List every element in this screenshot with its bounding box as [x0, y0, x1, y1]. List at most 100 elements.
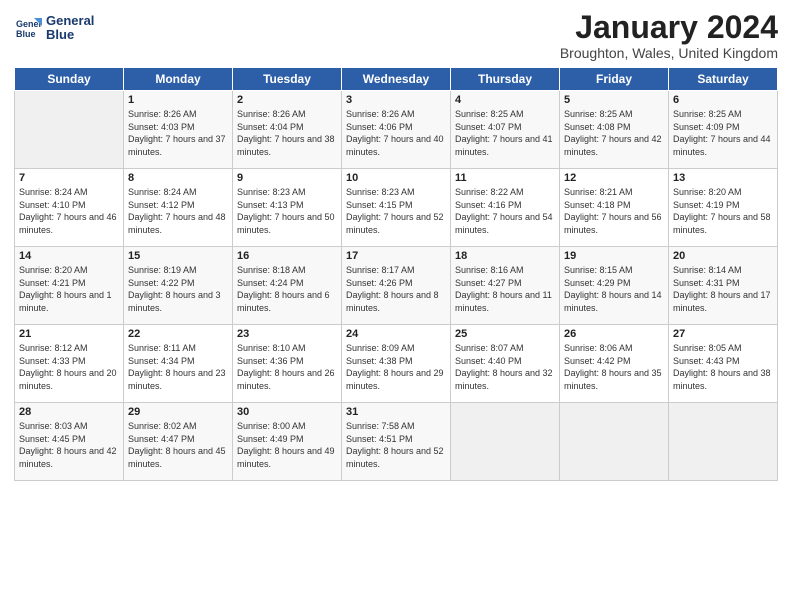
day-info: Sunrise: 8:07 AMSunset: 4:40 PMDaylight:…	[455, 342, 555, 392]
header-cell-saturday: Saturday	[669, 68, 778, 91]
day-cell: 1 Sunrise: 8:26 AMSunset: 4:03 PMDaylight…	[124, 91, 233, 169]
day-number: 10	[346, 172, 446, 184]
day-cell: 26 Sunrise: 8:06 AMSunset: 4:42 PMDayligh…	[560, 325, 669, 403]
day-cell: 17 Sunrise: 8:17 AMSunset: 4:26 PMDayligh…	[342, 247, 451, 325]
header-row: SundayMondayTuesdayWednesdayThursdayFrid…	[15, 68, 778, 91]
day-info: Sunrise: 8:05 AMSunset: 4:43 PMDaylight:…	[673, 342, 773, 392]
day-cell: 11 Sunrise: 8:22 AMSunset: 4:16 PMDayligh…	[451, 169, 560, 247]
day-cell: 16Sunrise: 8:18 AMSunset: 4:24 PMDayligh…	[233, 247, 342, 325]
day-cell: 25 Sunrise: 8:07 AMSunset: 4:40 PMDayligh…	[451, 325, 560, 403]
day-number: 11	[455, 172, 555, 184]
day-number: 6	[673, 94, 773, 106]
day-number: 1	[128, 94, 228, 106]
day-info: Sunrise: 8:06 AMSunset: 4:42 PMDaylight:…	[564, 342, 664, 392]
logo-icon: General Blue	[14, 14, 42, 42]
week-row-5: 28Sunrise: 8:03 AMSunset: 4:45 PMDayligh…	[15, 403, 778, 481]
day-cell: 13Sunrise: 8:20 AMSunset: 4:19 PMDayligh…	[669, 169, 778, 247]
day-info: Sunrise: 8:25 AMSunset: 4:07 PMDaylight:…	[455, 108, 555, 158]
day-cell: 5 Sunrise: 8:25 AMSunset: 4:08 PMDaylight…	[560, 91, 669, 169]
logo: General Blue General Blue	[14, 14, 94, 43]
day-cell: 30 Sunrise: 8:00 AMSunset: 4:49 PMDayligh…	[233, 403, 342, 481]
day-info: Sunrise: 8:24 AMSunset: 4:10 PMDaylight:…	[19, 186, 119, 236]
title-block: January 2024 Broughton, Wales, United Ki…	[560, 10, 778, 61]
day-cell: 8Sunrise: 8:24 AMSunset: 4:12 PMDaylight…	[124, 169, 233, 247]
day-number: 22	[128, 328, 228, 340]
day-info: Sunrise: 8:20 AMSunset: 4:19 PMDaylight:…	[673, 186, 773, 236]
day-cell: 20Sunrise: 8:14 AMSunset: 4:31 PMDayligh…	[669, 247, 778, 325]
day-cell	[451, 403, 560, 481]
day-number: 29	[128, 406, 228, 418]
day-cell: 3 Sunrise: 8:26 AMSunset: 4:06 PMDaylight…	[342, 91, 451, 169]
day-number: 24	[346, 328, 446, 340]
day-number: 9	[237, 172, 337, 184]
day-info: Sunrise: 8:17 AMSunset: 4:26 PMDaylight:…	[346, 264, 446, 314]
logo-line1: General	[46, 14, 94, 28]
day-number: 27	[673, 328, 773, 340]
day-info: Sunrise: 8:23 AMSunset: 4:15 PMDaylight:…	[346, 186, 446, 236]
day-cell: 28Sunrise: 8:03 AMSunset: 4:45 PMDayligh…	[15, 403, 124, 481]
day-number: 25	[455, 328, 555, 340]
month-title: January 2024	[560, 10, 778, 45]
day-number: 23	[237, 328, 337, 340]
day-number: 17	[346, 250, 446, 262]
day-cell	[560, 403, 669, 481]
day-number: 14	[19, 250, 119, 262]
header-cell-monday: Monday	[124, 68, 233, 91]
day-cell: 9 Sunrise: 8:23 AMSunset: 4:13 PMDaylight…	[233, 169, 342, 247]
header-cell-tuesday: Tuesday	[233, 68, 342, 91]
day-number: 4	[455, 94, 555, 106]
header-cell-friday: Friday	[560, 68, 669, 91]
day-info: Sunrise: 8:25 AMSunset: 4:09 PMDaylight:…	[673, 108, 773, 158]
day-cell: 18 Sunrise: 8:16 AMSunset: 4:27 PMDayligh…	[451, 247, 560, 325]
day-info: Sunrise: 8:20 AMSunset: 4:21 PMDaylight:…	[19, 264, 119, 314]
page-header: General Blue General Blue January 2024 B…	[14, 10, 778, 61]
header-cell-thursday: Thursday	[451, 68, 560, 91]
day-number: 30	[237, 406, 337, 418]
week-row-2: 7Sunrise: 8:24 AMSunset: 4:10 PMDaylight…	[15, 169, 778, 247]
day-cell: 22 Sunrise: 8:11 AMSunset: 4:34 PMDayligh…	[124, 325, 233, 403]
day-info: Sunrise: 8:12 AMSunset: 4:33 PMDaylight:…	[19, 342, 119, 392]
day-cell: 19 Sunrise: 8:15 AMSunset: 4:29 PMDayligh…	[560, 247, 669, 325]
day-number: 26	[564, 328, 664, 340]
day-info: Sunrise: 8:26 AMSunset: 4:04 PMDaylight:…	[237, 108, 337, 158]
day-cell: 24 Sunrise: 8:09 AMSunset: 4:38 PMDayligh…	[342, 325, 451, 403]
day-info: Sunrise: 8:00 AMSunset: 4:49 PMDaylight:…	[237, 420, 337, 470]
day-number: 21	[19, 328, 119, 340]
day-cell: 15 Sunrise: 8:19 AMSunset: 4:22 PMDayligh…	[124, 247, 233, 325]
week-row-3: 14 Sunrise: 8:20 AMSunset: 4:21 PMDayligh…	[15, 247, 778, 325]
day-number: 12	[564, 172, 664, 184]
day-cell: 10 Sunrise: 8:23 AMSunset: 4:15 PMDayligh…	[342, 169, 451, 247]
day-info: Sunrise: 8:09 AMSunset: 4:38 PMDaylight:…	[346, 342, 446, 392]
day-cell	[669, 403, 778, 481]
day-number: 28	[19, 406, 119, 418]
day-info: Sunrise: 8:26 AMSunset: 4:06 PMDaylight:…	[346, 108, 446, 158]
day-cell: 23Sunrise: 8:10 AMSunset: 4:36 PMDayligh…	[233, 325, 342, 403]
day-info: Sunrise: 8:25 AMSunset: 4:08 PMDaylight:…	[564, 108, 664, 158]
day-info: Sunrise: 8:14 AMSunset: 4:31 PMDaylight:…	[673, 264, 773, 314]
day-info: Sunrise: 8:15 AMSunset: 4:29 PMDaylight:…	[564, 264, 664, 314]
day-number: 3	[346, 94, 446, 106]
calendar-table: SundayMondayTuesdayWednesdayThursdayFrid…	[14, 67, 778, 481]
week-row-1: 1 Sunrise: 8:26 AMSunset: 4:03 PMDaylight…	[15, 91, 778, 169]
day-info: Sunrise: 8:23 AMSunset: 4:13 PMDaylight:…	[237, 186, 337, 236]
day-info: Sunrise: 8:16 AMSunset: 4:27 PMDaylight:…	[455, 264, 555, 314]
day-info: Sunrise: 8:19 AMSunset: 4:22 PMDaylight:…	[128, 264, 228, 314]
day-info: Sunrise: 8:22 AMSunset: 4:16 PMDaylight:…	[455, 186, 555, 236]
day-info: Sunrise: 8:24 AMSunset: 4:12 PMDaylight:…	[128, 186, 228, 236]
day-number: 16	[237, 250, 337, 262]
day-number: 18	[455, 250, 555, 262]
header-cell-sunday: Sunday	[15, 68, 124, 91]
day-number: 15	[128, 250, 228, 262]
day-cell: 7Sunrise: 8:24 AMSunset: 4:10 PMDaylight…	[15, 169, 124, 247]
day-number: 5	[564, 94, 664, 106]
location: Broughton, Wales, United Kingdom	[560, 45, 778, 61]
day-cell	[15, 91, 124, 169]
day-cell: 4 Sunrise: 8:25 AMSunset: 4:07 PMDaylight…	[451, 91, 560, 169]
header-cell-wednesday: Wednesday	[342, 68, 451, 91]
day-info: Sunrise: 8:26 AMSunset: 4:03 PMDaylight:…	[128, 108, 228, 158]
day-info: Sunrise: 8:11 AMSunset: 4:34 PMDaylight:…	[128, 342, 228, 392]
day-cell: 21 Sunrise: 8:12 AMSunset: 4:33 PMDayligh…	[15, 325, 124, 403]
day-number: 19	[564, 250, 664, 262]
day-cell: 14 Sunrise: 8:20 AMSunset: 4:21 PMDayligh…	[15, 247, 124, 325]
day-info: Sunrise: 7:58 AMSunset: 4:51 PMDaylight:…	[346, 420, 446, 470]
